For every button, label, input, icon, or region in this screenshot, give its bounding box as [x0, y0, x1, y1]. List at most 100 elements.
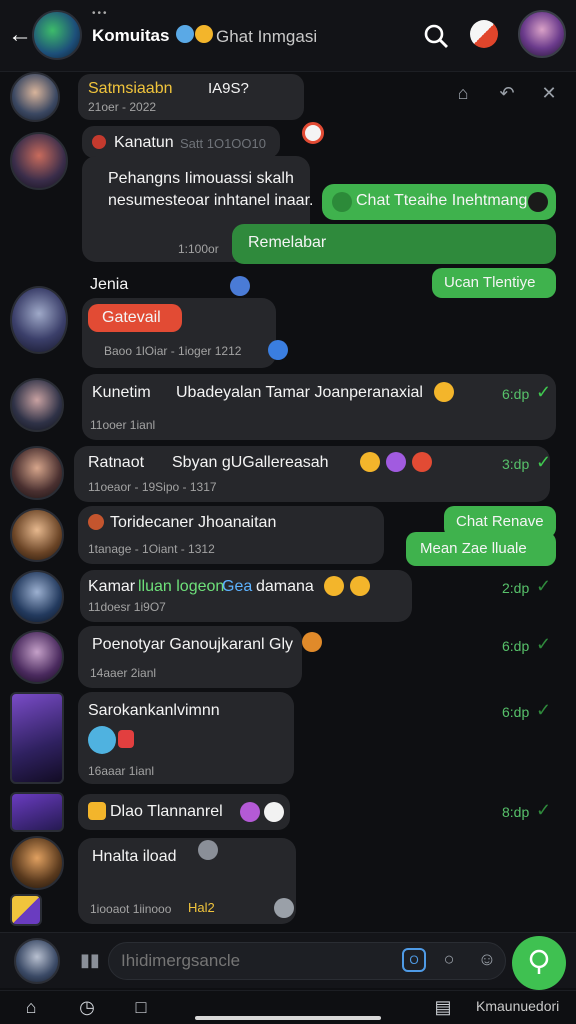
avatar[interactable]	[10, 836, 64, 890]
message-text: Sarokankanlvimnn	[88, 702, 220, 719]
message-text: Pehangns Iimouassi skalh	[108, 170, 294, 187]
message-text: damana	[256, 578, 314, 595]
message-sender: Jenia	[90, 276, 129, 293]
close-icon[interactable]: ✕	[538, 82, 560, 104]
app-icon[interactable]	[10, 894, 42, 926]
emoji-icon	[264, 802, 284, 822]
message-text: Sbyan gUGallereasah	[172, 454, 329, 471]
camera-icon[interactable]: O	[402, 948, 426, 972]
message-text: Ubadeyalan Tamar Joanperanaxial	[176, 384, 423, 401]
emoji-icon	[350, 576, 370, 596]
badge-icon	[302, 122, 324, 144]
verified-icon	[230, 276, 250, 296]
message-sender: Kanatun	[114, 134, 174, 151]
home-indicator	[195, 1016, 381, 1020]
status-dots: •••	[92, 8, 109, 19]
emoji-icon	[88, 802, 106, 820]
avatar[interactable]	[10, 72, 60, 122]
chat-icon	[332, 192, 352, 212]
sticker-icon[interactable]: ○	[438, 948, 460, 970]
message-meta: 11ooer 1ianl	[90, 418, 156, 432]
highlight-text: lluan logeon	[138, 578, 225, 595]
emoji-icon	[528, 192, 548, 212]
my-avatar[interactable]	[518, 10, 566, 58]
fire-icon	[88, 514, 104, 530]
emoji-icon	[386, 452, 406, 472]
message-time: 6:dp	[502, 386, 530, 402]
mic-icon	[529, 949, 549, 974]
reply-icon[interactable]: ↶	[496, 82, 518, 104]
read-check-icon: ✓	[536, 452, 552, 472]
sparkle-icon	[88, 726, 116, 754]
group-title[interactable]: Komuitas	[92, 26, 169, 46]
emoji-icon	[324, 576, 344, 596]
read-check-icon: ✓	[536, 800, 552, 820]
back-arrow-icon[interactable]: ←	[8, 22, 34, 48]
pinned-name: Satmsiaabn	[88, 80, 173, 97]
message-meta: 11oeaor - 19Sipo - 1317	[88, 480, 217, 494]
message-text: Ucan Tlentiye	[444, 274, 536, 291]
home-icon[interactable]: ⌂	[452, 82, 474, 104]
emoji-icon	[240, 802, 260, 822]
tab-label[interactable]: Kmaunuedori	[476, 998, 559, 1014]
avatar[interactable]	[10, 570, 64, 624]
composer-avatar[interactable]	[14, 938, 60, 984]
message-meta: 11doesr 1i9O7	[88, 600, 166, 614]
mic-button[interactable]	[512, 936, 566, 990]
emoji-icon	[434, 382, 454, 402]
message-text: nesumesteoar inhtanel inaar.	[108, 192, 314, 209]
grip-icon[interactable]: ▮▮	[80, 950, 100, 970]
message-meta: 1iooaot 1iinooo	[90, 902, 172, 916]
status-icon	[274, 898, 294, 918]
avatar[interactable]	[10, 132, 68, 190]
message-meta: 16aaar 1ianl	[88, 764, 155, 778]
emoji-icon[interactable]: ☺	[476, 948, 498, 970]
avatar[interactable]	[10, 692, 64, 784]
avatar[interactable]	[10, 508, 64, 562]
message-time: 2:dp	[502, 580, 530, 596]
message-time: 3:dp	[502, 456, 530, 472]
avatar[interactable]	[10, 286, 68, 354]
message-time: 6:dp	[502, 638, 530, 654]
message-text: Hnalta iload	[92, 848, 177, 865]
message-text: Ratnaot	[88, 454, 145, 471]
message-text: Remelabar	[248, 234, 327, 251]
chart-icon[interactable]: ▤	[432, 996, 454, 1018]
message-text: Kunetim	[92, 384, 151, 401]
read-check-icon: ✓	[536, 382, 552, 402]
avatar[interactable]	[10, 792, 64, 832]
message-text: Gatevail	[102, 309, 161, 326]
emoji-icon	[412, 452, 432, 472]
emoji-icon	[302, 632, 322, 652]
message-text: Mean Zae lluale	[420, 540, 527, 557]
highlight-text: Gea	[222, 578, 253, 595]
home-icon[interactable]: ⌂	[20, 996, 42, 1018]
message-icon[interactable]: □	[130, 996, 152, 1018]
avatar[interactable]	[10, 378, 64, 432]
red-dot-icon	[92, 135, 106, 149]
message-text: Toridecaner Jhoanaitan	[110, 514, 277, 531]
sticker-icon	[118, 730, 134, 748]
title-emoji-icons	[176, 25, 214, 47]
message-time: 6:dp	[502, 704, 530, 720]
message-meta: 1tanage - 1Oiant - 1312	[88, 542, 215, 556]
message-text: Kamar	[88, 578, 136, 595]
group-avatar[interactable]	[32, 10, 82, 60]
message-time: 8:dp	[502, 804, 530, 820]
search-icon[interactable]	[422, 22, 450, 50]
message-meta: Baoo 1lOiar - 1ioger 1212	[104, 344, 242, 358]
profile-icon[interactable]	[470, 20, 498, 48]
timer-icon[interactable]: ◷	[76, 996, 98, 1018]
read-check-icon: ✓	[536, 576, 552, 596]
avatar[interactable]	[10, 446, 64, 500]
read-check-icon: ✓	[536, 700, 552, 720]
avatar[interactable]	[10, 630, 64, 684]
globe-icon	[198, 840, 218, 860]
pinned-extra: IA9S?	[208, 80, 249, 97]
sender-tag: Satt 1O1OO10	[180, 136, 266, 151]
check-badge-icon	[268, 340, 288, 360]
message-text: Chat Tteaihe Inehtmang	[356, 192, 528, 209]
message-text: Poenotyar Ganoujkaranl Gly	[92, 636, 293, 653]
chat-header: ← ••• Komuitas Ghat Inmgasi	[0, 0, 576, 72]
message-meta: 14aaer 2ianl	[90, 666, 157, 680]
